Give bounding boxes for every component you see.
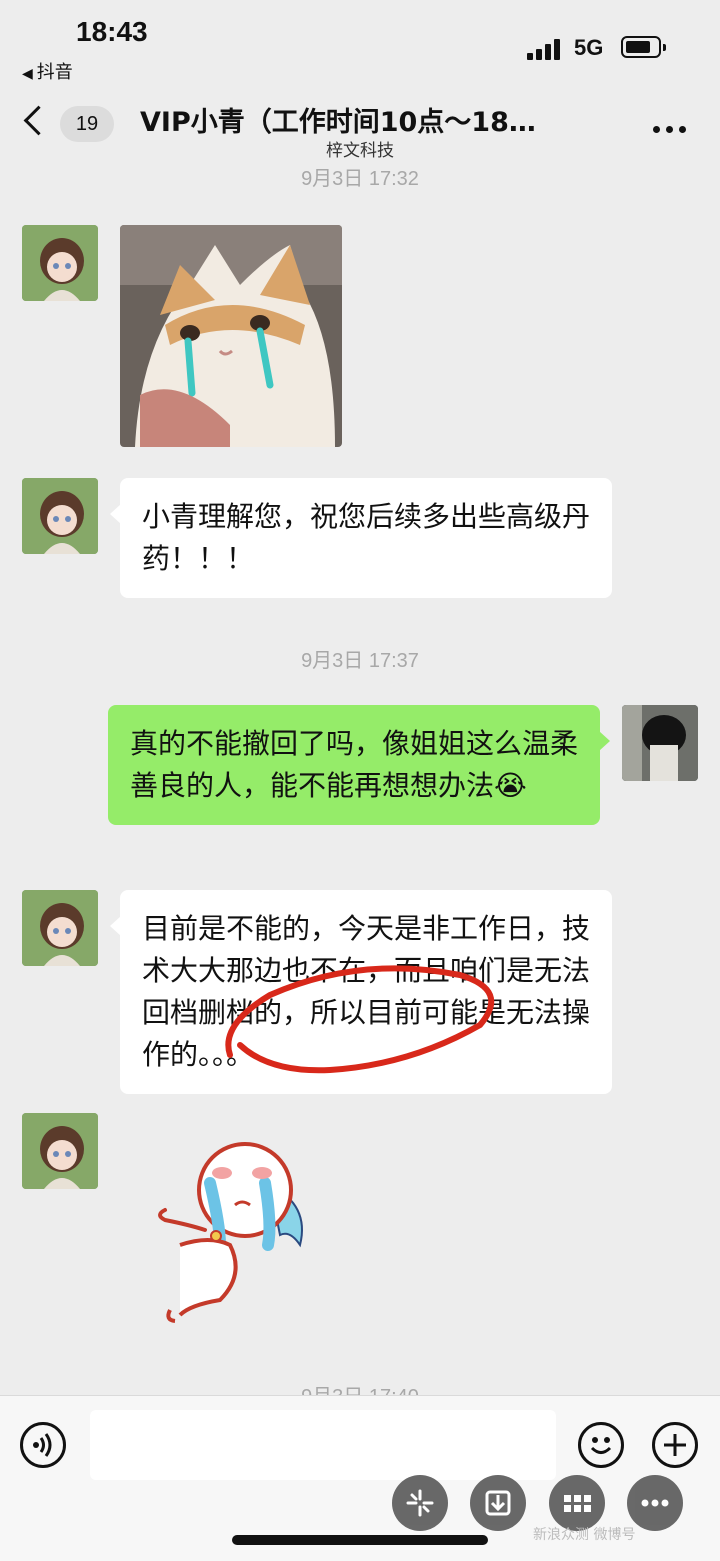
agent-avatar[interactable] xyxy=(22,478,98,554)
agent-message-bubble[interactable]: 目前是不能的，今天是非工作日，技术大大那边也不在，而且咱们是无法回档删档的，所以… xyxy=(110,890,612,1094)
user-avatar[interactable] xyxy=(622,705,698,781)
back-chevron-icon[interactable] xyxy=(23,105,54,136)
message-text: 真的不能撤回了吗，像姐姐这么温柔善良的人，能不能再想想办法😭 xyxy=(130,727,579,802)
chat-subtitle: 梓文科技 xyxy=(326,141,394,161)
chat-title: VIP小青（工作时间10点～18… xyxy=(140,107,536,138)
grid-icon[interactable] xyxy=(549,1475,605,1531)
back-app-label: 抖音 xyxy=(36,62,73,83)
agent-avatar[interactable] xyxy=(22,890,98,966)
emoji-icon[interactable] xyxy=(578,1422,624,1468)
back-to-app-link[interactable]: ◀ 抖音 xyxy=(22,58,73,84)
battery-icon xyxy=(621,36,666,58)
watermark: 新浪众测 微博号 xyxy=(533,1527,636,1543)
agent-avatar[interactable] xyxy=(22,1113,98,1189)
back-triangle-icon: ◀ xyxy=(22,66,33,82)
crying-sticker[interactable] xyxy=(150,1135,320,1325)
red-circle-annotation xyxy=(225,965,495,1074)
status-bar: 18:43 ◀ 抖音 5G xyxy=(0,0,720,90)
home-indicator[interactable] xyxy=(232,1535,488,1545)
crying-cat-image[interactable] xyxy=(120,225,342,447)
more-icon[interactable] xyxy=(627,1475,683,1531)
agent-avatar[interactable] xyxy=(22,225,98,301)
timestamp: 9月3日 17:37 xyxy=(301,650,419,672)
user-message-bubble[interactable]: 真的不能撤回了吗，像姐姐这么温柔善良的人，能不能再想想办法😭 xyxy=(108,705,610,825)
sparkle-icon[interactable] xyxy=(392,1475,448,1531)
message-text: 小青理解您，祝您后续多出些高级丹药！！！ xyxy=(142,500,591,575)
voice-icon[interactable] xyxy=(20,1422,66,1468)
timestamp: 9月3日 17:32 xyxy=(301,168,419,190)
plus-icon[interactable] xyxy=(652,1422,698,1468)
status-time: 18:43 xyxy=(76,16,148,47)
network-type: 5G xyxy=(574,35,604,60)
download-icon[interactable] xyxy=(470,1475,526,1531)
more-options-icon[interactable] xyxy=(650,126,690,134)
message-input[interactable] xyxy=(90,1410,556,1480)
chat-header: 19 VIP小青（工作时间10点～18… 梓文科技 xyxy=(0,90,720,170)
agent-message-bubble[interactable]: 小青理解您，祝您后续多出些高级丹药！！！ xyxy=(110,478,612,598)
signal-icon xyxy=(527,38,565,60)
